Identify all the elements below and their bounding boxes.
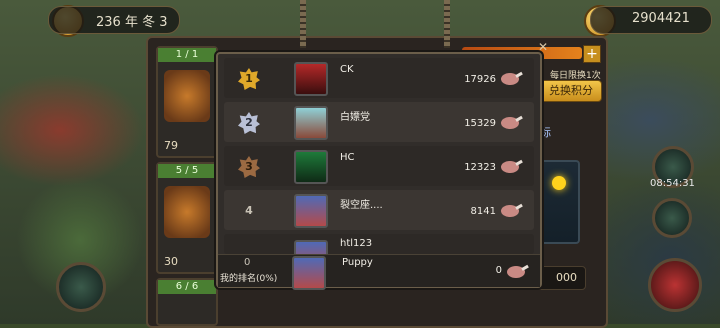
leaderboard-row: htl123 xyxy=(224,234,534,254)
leaderboard-row: 1 CK 17926 xyxy=(224,58,534,98)
meat-icon xyxy=(501,71,523,85)
meat-icon xyxy=(501,159,523,173)
rank-badge: 2 xyxy=(238,112,260,134)
totem-icon xyxy=(540,160,580,244)
shop-item-icon xyxy=(164,186,210,238)
player-avatar[interactable] xyxy=(294,62,328,96)
player-name: 裂空座.... xyxy=(340,200,383,211)
close-icon[interactable]: ✕ xyxy=(536,40,550,54)
rank-badge: 3 xyxy=(238,156,260,178)
player-avatar[interactable] xyxy=(294,240,328,254)
leaderboard-row: 2 白嫖党 15329 xyxy=(224,102,534,142)
bottom-value: 000 xyxy=(556,271,577,284)
meat-icon xyxy=(507,264,529,278)
my-name: Puppy xyxy=(342,257,373,268)
player-name: HC xyxy=(340,152,355,163)
shop-stock: 6 / 6 xyxy=(158,280,216,294)
player-name: CK xyxy=(340,64,354,75)
my-avatar[interactable] xyxy=(292,256,326,290)
bottom-left-icon[interactable] xyxy=(56,262,106,312)
leaderboard-row: 4 裂空座.... 8141 xyxy=(224,190,534,230)
shop-stock: 5 / 5 xyxy=(158,164,216,178)
rank-badge: 4 xyxy=(245,204,253,217)
currency-value: 2904421 xyxy=(632,11,690,26)
my-score: 0 xyxy=(495,265,502,276)
player-avatar[interactable] xyxy=(294,150,328,184)
meat-icon xyxy=(501,203,523,217)
player-name: 白嫖党 xyxy=(340,112,370,123)
player-score: 15329 xyxy=(464,118,496,129)
year-text: 236 年 冬 3 xyxy=(96,15,168,30)
leaderboard-row: 3 HC 12323 xyxy=(224,146,534,186)
player-score: 17926 xyxy=(464,74,496,85)
meat-button-icon[interactable] xyxy=(652,198,692,238)
chain-decoration xyxy=(300,0,306,48)
shop-row-3[interactable]: 6 / 6 xyxy=(156,278,218,326)
exchange-points-button[interactable]: 兑换积分 xyxy=(540,80,602,102)
meat-icon xyxy=(501,115,523,129)
leaderboard-popup: 1 CK 17926 2 白嫖党 15329 3 HC 12323 4 裂空座.… xyxy=(216,52,542,290)
player-name: htl123 xyxy=(340,238,373,249)
player-avatar[interactable] xyxy=(294,194,328,228)
shop-price: 79 xyxy=(164,139,178,152)
shop-row-1[interactable]: 1 / 1 79 xyxy=(156,46,218,158)
player-score: 8141 xyxy=(470,206,496,217)
player-avatar[interactable] xyxy=(294,106,328,140)
battle-button-icon[interactable] xyxy=(648,258,702,312)
totem-eye-icon xyxy=(552,176,566,190)
event-timer: 08:54:31 xyxy=(650,178,695,189)
player-score: 12323 xyxy=(464,162,496,173)
shop-price: 30 xyxy=(164,255,178,268)
shop-row-2[interactable]: 5 / 5 30 xyxy=(156,162,218,274)
shop-stock: 1 / 1 xyxy=(158,48,216,62)
my-rank-label: 我的排名(0%) xyxy=(220,274,278,284)
rank-badge: 1 xyxy=(238,68,260,90)
my-rank-number: 0 xyxy=(244,257,251,268)
add-button[interactable]: + xyxy=(583,45,601,63)
shop-item-icon xyxy=(164,70,210,122)
chain-decoration xyxy=(444,0,450,48)
my-rank-row: 0 我的排名(0%) Puppy 0 xyxy=(218,254,540,290)
